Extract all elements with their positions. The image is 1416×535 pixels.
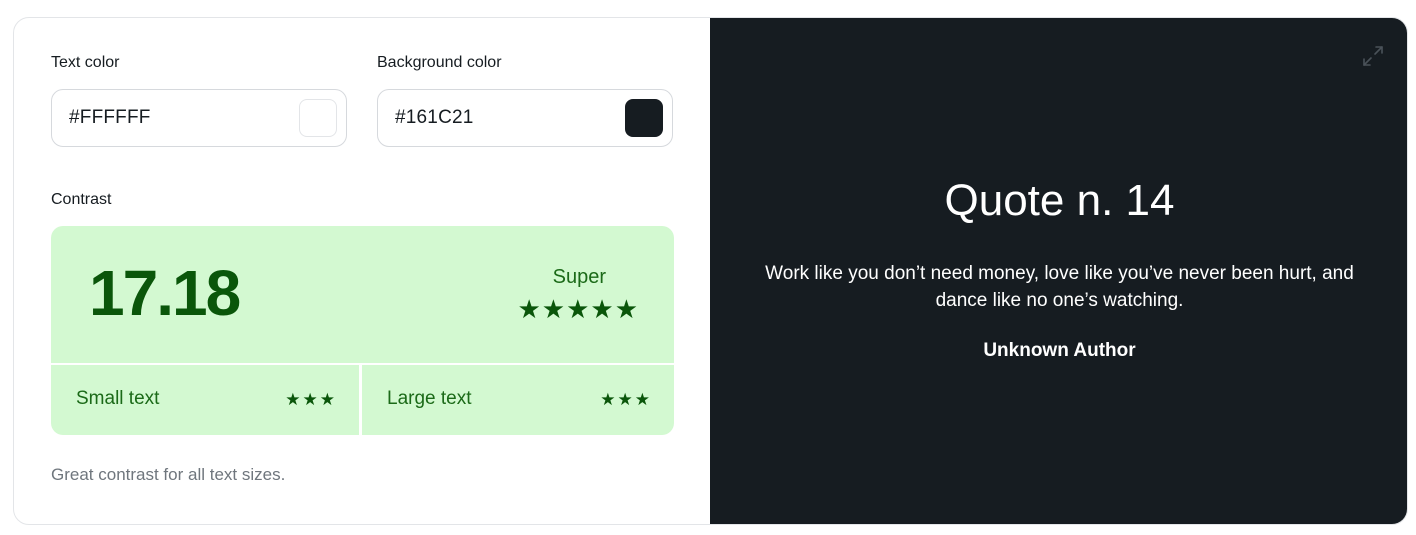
star-icon: ★ bbox=[590, 294, 614, 324]
background-color-value[interactable]: #161C21 bbox=[395, 107, 474, 129]
star-icon: ★ bbox=[566, 294, 590, 324]
large-text-rating: Large text ★ ★ ★ bbox=[362, 365, 674, 435]
contrast-checker-card: Text color #FFFFFF Background color #161… bbox=[13, 17, 1408, 525]
controls-panel: Text color #FFFFFF Background color #161… bbox=[14, 18, 710, 524]
star-icon: ★ bbox=[617, 390, 633, 409]
quote-text: Work like you don’t need money, love lik… bbox=[765, 263, 1354, 311]
background-color-input[interactable]: #161C21 bbox=[377, 89, 673, 147]
text-color-input[interactable]: #FFFFFF bbox=[51, 89, 347, 147]
contrast-summary: 17.18 Super ★ ★ ★ ★ ★ bbox=[51, 226, 674, 363]
contrast-result: 17.18 Super ★ ★ ★ ★ ★ Small text ★ ★ ★ Large t… bbox=[51, 226, 674, 435]
star-icon: ★ bbox=[319, 390, 335, 409]
large-text-label: Large text bbox=[387, 388, 472, 409]
star-icon: ★ bbox=[600, 390, 616, 409]
contrast-description: Great contrast for all text sizes. bbox=[51, 465, 286, 484]
quote-author: Unknown Author bbox=[983, 340, 1136, 361]
contrast-rating: Super bbox=[552, 266, 606, 288]
quote-title: Quote n. 14 bbox=[944, 176, 1175, 225]
background-color-swatch[interactable] bbox=[625, 99, 663, 137]
star-icon: ★ bbox=[517, 294, 541, 324]
star-icon: ★ bbox=[614, 294, 638, 324]
expand-icon[interactable] bbox=[1361, 44, 1385, 68]
star-icon: ★ bbox=[634, 390, 650, 409]
rating-stars: ★ ★ ★ ★ ★ bbox=[517, 296, 638, 322]
text-color-swatch[interactable] bbox=[299, 99, 337, 137]
preview-panel: Quote n. 14 Work like you don’t need mon… bbox=[710, 18, 1407, 524]
star-icon: ★ bbox=[302, 390, 318, 409]
background-color-label: Background color bbox=[377, 54, 502, 71]
small-text-rating: Small text ★ ★ ★ bbox=[51, 365, 359, 435]
text-color-label: Text color bbox=[51, 54, 120, 71]
contrast-label: Contrast bbox=[51, 191, 112, 208]
large-text-stars: ★ ★ ★ bbox=[600, 391, 650, 408]
star-icon: ★ bbox=[541, 294, 566, 324]
star-icon: ★ bbox=[285, 390, 301, 409]
contrast-ratio: 17.18 bbox=[89, 257, 241, 329]
small-text-label: Small text bbox=[76, 388, 160, 409]
small-text-stars: ★ ★ ★ bbox=[285, 391, 335, 408]
text-color-value[interactable]: #FFFFFF bbox=[69, 107, 151, 129]
